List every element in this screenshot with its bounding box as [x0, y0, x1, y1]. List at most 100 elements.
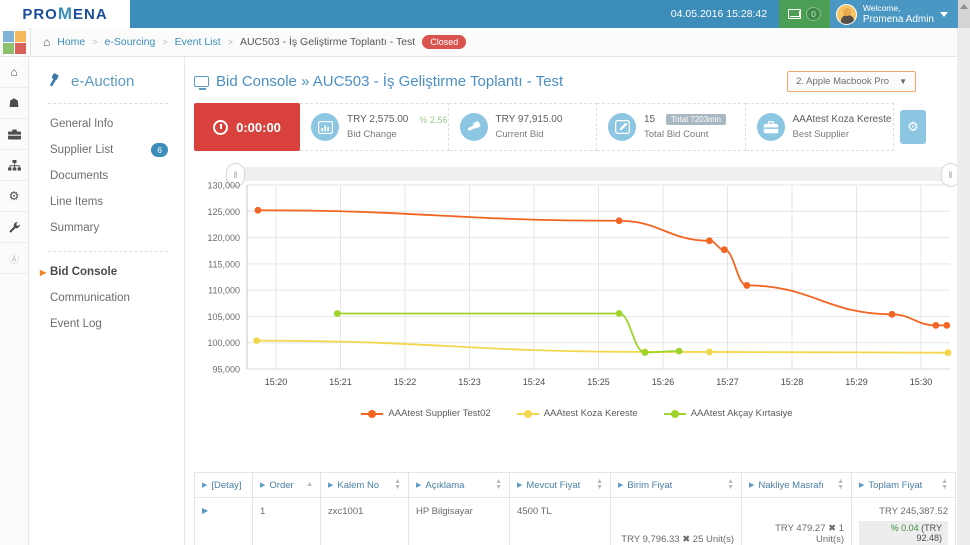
column-header-nakliye-masrafi[interactable]: ▶ Nakliye Masrafı ▲ ▼	[741, 472, 851, 498]
brand-text: PROMENA	[22, 4, 108, 23]
cell-toplam-fiyat: TRY 245,387.52 % 0.04 (TRY 92.48)	[851, 498, 956, 545]
chart-canvas: 95,000 100,000 105,000 110,000 115,000 120,00…	[207, 181, 952, 387]
column-header-detail[interactable]: ▶ [Detay]	[194, 472, 252, 498]
savings-amount: (TRY 92.48)	[916, 523, 942, 543]
sidebar-item-summary[interactable]: Summary	[30, 218, 184, 238]
sort-icon[interactable]: ▲ ▼	[837, 478, 844, 491]
app-logo[interactable]: PROMENA	[0, 0, 130, 28]
column-header-aciklama[interactable]: ▶ Açıklama ▲ ▼	[408, 472, 509, 498]
rail-home-icon[interactable]: ⌂	[0, 57, 28, 88]
svg-text:15:22: 15:22	[394, 377, 417, 387]
sidebar-item-communication[interactable]: Communication	[30, 288, 184, 308]
svg-text:15:20: 15:20	[265, 377, 288, 387]
countdown-timer: 0:00:00	[194, 103, 300, 151]
cell-aciklama: HP Bilgisayar	[408, 498, 509, 545]
svg-text:15:28: 15:28	[781, 377, 804, 387]
column-label: Mevcut Fiyat	[526, 479, 581, 491]
table-row[interactable]: ▶ 1 zxc1001 HP Bilgisayar 4500 TL TRY 9,…	[194, 498, 956, 545]
sort-icon[interactable]: ▲ ▼	[394, 478, 401, 491]
sidebar-item-label: Bid Console	[50, 266, 118, 278]
sidebar-divider-2	[48, 251, 168, 252]
svg-text:110,000: 110,000	[208, 286, 240, 296]
sort-icon[interactable]: ▲ ▼	[495, 478, 502, 491]
rail-collapse-icon[interactable]: Ⓐ	[0, 243, 28, 274]
sidebar-item-bid-console[interactable]: ▶ Bid Console	[30, 262, 184, 282]
chart-settings-button[interactable]: ⚙	[900, 110, 926, 144]
stat-cards: 0:00:00 TRY 2,575.00 % 2.56 Bid Change T…	[194, 103, 926, 151]
total-duration-chip: Total 7203min	[666, 114, 726, 125]
legend-item[interactable]: AAAtest Supplier Test02	[361, 408, 491, 419]
edit-icon	[608, 113, 636, 141]
home-icon[interactable]: ⌂	[43, 35, 50, 49]
column-label: [Detay]	[211, 479, 242, 491]
legend-item[interactable]: AAAtest Akçay Kırtasiye	[663, 408, 793, 419]
svg-text:130,000: 130,000	[207, 181, 240, 191]
sort-asc-icon[interactable]: ▲	[306, 481, 313, 488]
stat-label: Bid Change	[347, 129, 397, 140]
message-count-badge: 0	[806, 7, 821, 21]
savings-symbol: %	[890, 523, 899, 533]
sidebar-item-supplier-list[interactable]: Supplier List 6	[30, 140, 184, 160]
bid-chart: ‖ ‖ 95,000 100,000 105,000 110,000 115,000 12…	[194, 163, 960, 419]
rail-gear-icon[interactable]: ⚙	[0, 181, 28, 212]
breadcrumb-home[interactable]: Home	[57, 36, 85, 48]
legend-item[interactable]: AAAtest Koza Kereste	[516, 408, 638, 419]
cell-value: TRY 245,387.52	[879, 506, 948, 517]
user-menu[interactable]: Welcome, Promena Admin	[829, 0, 958, 28]
item-select-value: 2. Apple Macbook Pro	[796, 76, 890, 87]
legend-label: AAAtest Akçay Kırtasiye	[690, 408, 793, 419]
sidebar-item-documents[interactable]: Documents	[30, 166, 184, 186]
cell-detail-expander[interactable]: ▶	[194, 498, 252, 545]
sidebar-item-general-info[interactable]: General Info	[30, 114, 184, 134]
status-badge: Closed	[422, 35, 467, 49]
rail-briefcase-icon[interactable]	[0, 119, 28, 150]
stat-card-top: TRY 2,575.00 % 2.56	[347, 114, 447, 125]
svg-text:125,000: 125,000	[207, 207, 240, 217]
sidebar-divider-1	[48, 103, 168, 104]
rail-box-icon[interactable]: ☗	[0, 88, 28, 119]
sort-icon[interactable]: ▲ ▼	[727, 478, 734, 491]
cell-kalem-no: zxc1001	[320, 498, 408, 545]
stat-card-body: TRY 2,575.00 % 2.56 Bid Change	[347, 114, 447, 140]
legend-marker	[663, 409, 686, 418]
item-select-wrapper: 2. Apple Macbook Pro ▼	[787, 71, 916, 92]
rail-wrench-icon[interactable]	[0, 212, 28, 243]
sort-icon[interactable]: ▲ ▼	[596, 478, 603, 491]
svg-text:100,000: 100,000	[207, 338, 240, 348]
sidebar-item-label: Documents	[50, 170, 109, 182]
caret-right-icon: ▶	[517, 482, 523, 489]
breadcrumb-esourcing[interactable]: e-Sourcing	[105, 36, 156, 48]
bar-chart-icon	[311, 113, 339, 141]
stat-card-current-bid: TRY 97,915.00 Current Bid	[448, 103, 597, 151]
column-header-kalem-no[interactable]: ▶ Kalem No ▲ ▼	[320, 472, 408, 498]
sidebar-item-label: General Info	[50, 118, 114, 130]
item-select[interactable]: 2. Apple Macbook Pro ▼	[787, 71, 916, 92]
sort-icon[interactable]: ▲ ▼	[941, 478, 948, 491]
legend-label: AAAtest Supplier Test02	[388, 408, 491, 419]
scrollbar-up-button[interactable]	[958, 0, 970, 28]
column-header-mevcut-fiyat[interactable]: ▶ Mevcut Fiyat ▲ ▼	[509, 472, 610, 498]
expand-row-icon[interactable]: ▶	[202, 506, 208, 515]
column-header-birim-fiyat[interactable]: ▶ Birim Fiyat ▲ ▼	[610, 472, 741, 498]
sidebar-item-label: Summary	[50, 222, 100, 234]
column-header-toplam-fiyat[interactable]: ▶ Toplam Fiyat ▲ ▼	[851, 472, 956, 498]
page-scrollbar[interactable]	[957, 28, 970, 545]
column-label: Açıklama	[425, 479, 465, 491]
column-label: Birim Fiyat	[627, 479, 673, 491]
sidebar-title: e-Auction	[30, 73, 184, 90]
top-bar: PROMENA 04.05.2016 15:28:42 0 Welcome, P…	[0, 0, 970, 28]
app-grid-icon[interactable]	[0, 28, 30, 57]
cell-order: 1	[252, 498, 320, 545]
svg-text:15:30: 15:30	[910, 377, 933, 387]
rail-sitemap-icon[interactable]	[0, 150, 28, 181]
breadcrumb-separator: >	[92, 37, 98, 47]
column-header-order[interactable]: ▶ Order ▲	[252, 472, 320, 498]
monitor-icon	[194, 76, 209, 90]
stat-value: TRY 2,575.00	[347, 114, 409, 125]
breadcrumb-event-list[interactable]: Event List	[175, 36, 221, 48]
sidebar-item-line-items[interactable]: Line Items	[30, 192, 184, 212]
caret-right-icon: ▶	[416, 482, 422, 489]
page-title-prefix: Bid Console	[216, 73, 297, 90]
sidebar-item-event-log[interactable]: Event Log	[30, 314, 184, 334]
messages-button[interactable]: 0	[779, 0, 830, 28]
